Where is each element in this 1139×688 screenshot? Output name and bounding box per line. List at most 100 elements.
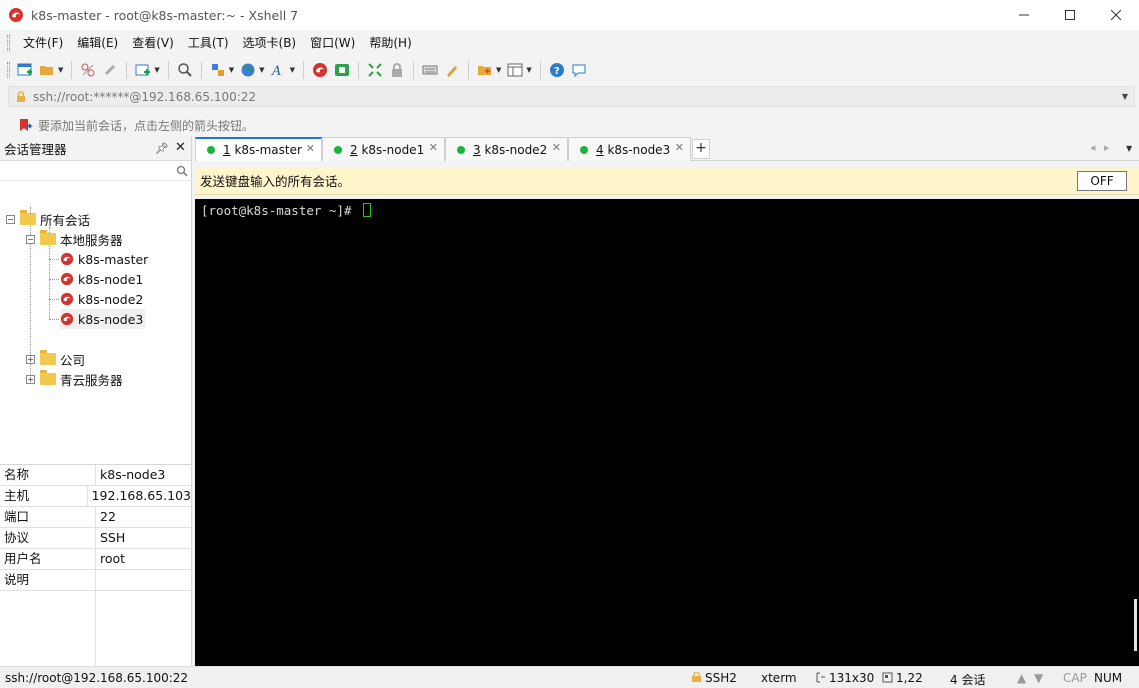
layout-dropdown-icon[interactable]: ▼ — [526, 66, 531, 74]
tab-scroll-right-icon[interactable]: ▸ — [1104, 141, 1110, 154]
toolbar-separator — [412, 61, 414, 79]
broadcast-toggle-button[interactable]: OFF — [1077, 171, 1127, 191]
tree-expand-toggle[interactable]: + — [26, 355, 35, 364]
tree-node-all-sessions[interactable]: 所有会话 — [20, 209, 90, 229]
lock-button[interactable] — [386, 59, 408, 81]
session-search-input[interactable] — [0, 161, 191, 181]
tree-label: 所有会话 — [40, 212, 91, 228]
minimize-icon — [1019, 14, 1029, 16]
tab-k8s-node1[interactable]: 2 k8s-node1 ✕ — [322, 137, 445, 161]
tab-close-icon[interactable]: ✕ — [552, 141, 561, 154]
toolbar-grip — [7, 62, 10, 78]
tab-scroll-left-icon[interactable]: ◂ — [1090, 141, 1096, 154]
new-tab-plus-button[interactable]: + — [692, 139, 710, 159]
tree-collapse-toggle[interactable]: − — [26, 235, 35, 244]
new-tab-icon — [135, 64, 151, 76]
transfer-dropdown-icon[interactable]: ▼ — [229, 66, 234, 74]
session-tabs: 1 k8s-master ✕ 2 k8s-node1 ✕ 3 k8s-node2… — [195, 137, 1139, 161]
close-button[interactable] — [1093, 0, 1139, 30]
tree-node-k8s-node1[interactable]: k8s-node1 — [60, 269, 143, 289]
disconnect-button[interactable] — [77, 59, 99, 81]
terminal-prompt: [root@k8s-master ~]# — [201, 203, 360, 218]
reconnect-button[interactable] — [99, 59, 121, 81]
tab-close-icon[interactable]: ✕ — [306, 142, 315, 155]
bookmark-arrow-icon[interactable] — [17, 117, 33, 133]
fullscreen-button[interactable] — [364, 59, 386, 81]
menu-help[interactable]: 帮助(H) — [362, 32, 418, 54]
layout-button[interactable] — [504, 59, 526, 81]
font-dropdown-icon[interactable]: ▼ — [290, 66, 295, 74]
xftp-button[interactable] — [331, 59, 353, 81]
tree-node-k8s-master[interactable]: k8s-master — [60, 249, 148, 269]
highlight-button[interactable] — [441, 59, 463, 81]
address-input[interactable]: ssh://root:******@192.168.65.100:22 — [33, 90, 256, 104]
menu-edit[interactable]: 编辑(E) — [70, 32, 125, 54]
menu-view[interactable]: 查看(V) — [125, 32, 181, 54]
address-dropdown-icon[interactable]: ▼ — [1122, 92, 1128, 101]
keyboard-icon — [422, 65, 438, 75]
font-button[interactable]: A — [268, 59, 290, 81]
status-connection: ssh://root@192.168.65.100:22 — [5, 671, 189, 685]
address-bar[interactable]: ssh://root:******@192.168.65.100:22 ▼ — [8, 86, 1135, 107]
arrow-up-icon[interactable]: ▲ — [1017, 671, 1026, 685]
broadcast-bar: 发送键盘输入的所有会话。 OFF — [195, 167, 1139, 195]
chat-button[interactable] — [568, 59, 590, 81]
tree-collapse-toggle[interactable]: − — [6, 215, 15, 224]
globe-button[interactable] — [237, 59, 259, 81]
tab-k8s-node2[interactable]: 3 k8s-node2 ✕ — [445, 137, 568, 161]
new-session-button[interactable] — [14, 59, 36, 81]
layout-icon — [507, 63, 523, 77]
open-button[interactable] — [36, 59, 58, 81]
tab-label: 2 k8s-node1 — [350, 142, 425, 157]
new-tab-dropdown-icon[interactable]: ▼ — [154, 66, 159, 74]
tree-expand-toggle[interactable]: + — [26, 375, 35, 384]
maximize-button[interactable] — [1047, 0, 1093, 30]
status-caps-lock: CAP — [1063, 671, 1087, 685]
title-bar: k8s-master - root@k8s-master:~ - Xshell … — [0, 0, 1139, 30]
open-dropdown-icon[interactable]: ▼ — [58, 66, 63, 74]
menu-tab[interactable]: 选项卡(B) — [236, 32, 304, 54]
xshell-button[interactable] — [309, 59, 331, 81]
add-session-button[interactable] — [474, 59, 496, 81]
tab-close-icon[interactable]: ✕ — [675, 141, 684, 154]
help-button[interactable]: ? — [546, 59, 568, 81]
tab-k8s-master[interactable]: 1 k8s-master ✕ — [195, 137, 322, 161]
property-key: 名称 — [0, 465, 96, 485]
fullscreen-icon — [368, 63, 382, 77]
add-session-dropdown-icon[interactable]: ▼ — [496, 66, 501, 74]
tree-node-local-servers[interactable]: 本地服务器 — [40, 229, 123, 249]
terminal-scrollbar[interactable] — [1134, 599, 1137, 651]
tree-node-qingyun-servers[interactable]: 青云服务器 — [40, 369, 123, 389]
toolbar-separator — [302, 61, 304, 79]
svg-text:?: ? — [554, 66, 560, 77]
arrow-down-icon[interactable]: ▼ — [1034, 671, 1043, 685]
session-manager-title: 会话管理器 — [4, 142, 67, 157]
menu-tools[interactable]: 工具(T) — [181, 32, 236, 54]
tree-node-company[interactable]: 公司 — [40, 349, 85, 369]
transfer-button[interactable] — [207, 59, 229, 81]
tab-label: 4 k8s-node3 — [596, 142, 671, 157]
session-manager-panel: 会话管理器 📌︎ ✕ − 所有会话 − 本地服务器 k8s-master k8s… — [0, 137, 192, 685]
tab-list-dropdown-icon[interactable]: ▼ — [1126, 144, 1132, 153]
tab-close-icon[interactable]: ✕ — [429, 141, 438, 154]
open-folder-icon — [40, 66, 53, 75]
panel-close-icon[interactable]: ✕ — [175, 140, 186, 155]
tree-node-k8s-node2[interactable]: k8s-node2 — [60, 289, 143, 309]
pin-icon[interactable]: 📌︎ — [155, 142, 169, 155]
property-row: 协议 SSH — [0, 528, 191, 549]
globe-dropdown-icon[interactable]: ▼ — [259, 66, 264, 74]
keyboard-button[interactable] — [419, 59, 441, 81]
menu-window[interactable]: 窗口(W) — [303, 32, 362, 54]
property-key: 用户名 — [0, 549, 96, 569]
minimize-button[interactable] — [1001, 0, 1047, 30]
terminal[interactable]: [root@k8s-master ~]# — [195, 199, 1139, 666]
connected-status-icon — [457, 145, 465, 154]
tab-k8s-node3[interactable]: 4 k8s-node3 ✕ — [568, 137, 691, 161]
tree-label: 青云服务器 — [60, 372, 123, 388]
new-tab-button[interactable] — [132, 59, 154, 81]
menu-file[interactable]: 文件(F) — [16, 32, 70, 54]
tree-node-k8s-node3[interactable]: k8s-node3 — [60, 309, 146, 329]
find-button[interactable] — [174, 59, 196, 81]
property-value: root — [100, 551, 126, 566]
svg-text:A: A — [271, 64, 281, 78]
